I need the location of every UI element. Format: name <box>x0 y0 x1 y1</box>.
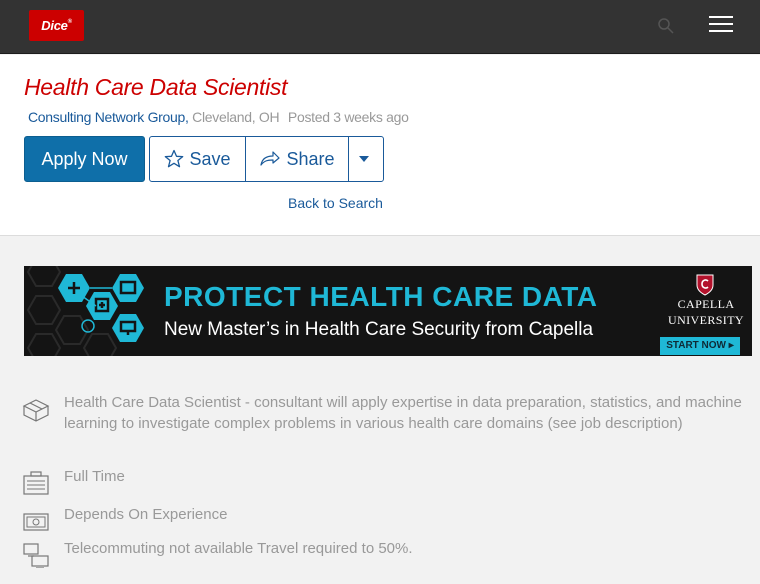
save-button[interactable]: Save <box>150 137 246 181</box>
banner-subline: New Master’s in Health Care Security fro… <box>164 319 594 340</box>
job-title: Health Care Data Scientist <box>24 74 288 100</box>
hexagon-pattern-graphic <box>26 266 144 356</box>
company-link[interactable]: Consulting Network Group, <box>28 109 189 125</box>
share-button[interactable]: Share <box>246 137 349 181</box>
university-line-2: UNIVERSITY <box>668 313 744 327</box>
back-to-search-link[interactable]: Back to Search <box>288 195 383 211</box>
logo-text: Dice <box>41 18 68 33</box>
posted-date: Posted 3 weeks ago <box>287 109 409 125</box>
job-details-list: Health Care Data Scientist - consultant … <box>22 392 742 568</box>
travel-info: Telecommuting not available Travel requi… <box>64 540 413 557</box>
briefcase-icon <box>23 471 49 495</box>
job-header: Health Care Data Scientist Consulting Ne… <box>0 55 760 236</box>
share-label: Share <box>286 148 335 169</box>
hamburger-menu-icon[interactable] <box>709 14 735 36</box>
dice-logo[interactable]: Dice® <box>29 10 84 41</box>
top-navbar: Dice® <box>0 0 760 54</box>
detail-employment-type: Full Time <box>22 466 742 504</box>
university-name: CAPELLA UNIVERSITY <box>660 296 752 328</box>
capella-logo: CAPELLA UNIVERSITY START NOW ▸ <box>660 266 752 356</box>
job-summary: Health Care Data Scientist - consultant … <box>64 394 742 432</box>
more-actions-dropdown[interactable] <box>349 137 383 181</box>
share-arrow-icon <box>260 151 281 166</box>
save-label: Save <box>189 148 231 169</box>
capella-banner-ad[interactable]: PROTECT HEALTH CARE DATA New Master’s in… <box>24 266 752 356</box>
capella-shield-icon <box>696 274 714 296</box>
detail-salary: Depends On Experience <box>22 504 742 538</box>
start-now-button[interactable]: START NOW ▸ <box>660 337 740 355</box>
telecommute-icon <box>23 543 49 568</box>
apply-now-button[interactable]: Apply Now <box>24 136 145 182</box>
star-icon <box>165 149 184 168</box>
search-icon[interactable] <box>656 16 676 36</box>
money-icon <box>23 513 49 531</box>
logo-registered-mark: ® <box>67 19 72 25</box>
detail-travel: Telecommuting not available Travel requi… <box>22 538 742 568</box>
university-line-1: CAPELLA <box>677 297 735 311</box>
job-action-group: Save Share <box>149 136 384 182</box>
banner-headline: PROTECT HEALTH CARE DATA <box>164 281 598 312</box>
salary: Depends On Experience <box>64 506 228 523</box>
job-meta: Consulting Network Group, Cleveland, OH … <box>28 109 409 125</box>
detail-skills: Health Care Data Scientist - consultant … <box>22 392 742 466</box>
employment-type: Full Time <box>64 468 125 485</box>
caret-down-icon <box>358 156 369 162</box>
skills-box-icon <box>22 399 50 422</box>
job-location: Cleveland, OH <box>192 109 280 125</box>
